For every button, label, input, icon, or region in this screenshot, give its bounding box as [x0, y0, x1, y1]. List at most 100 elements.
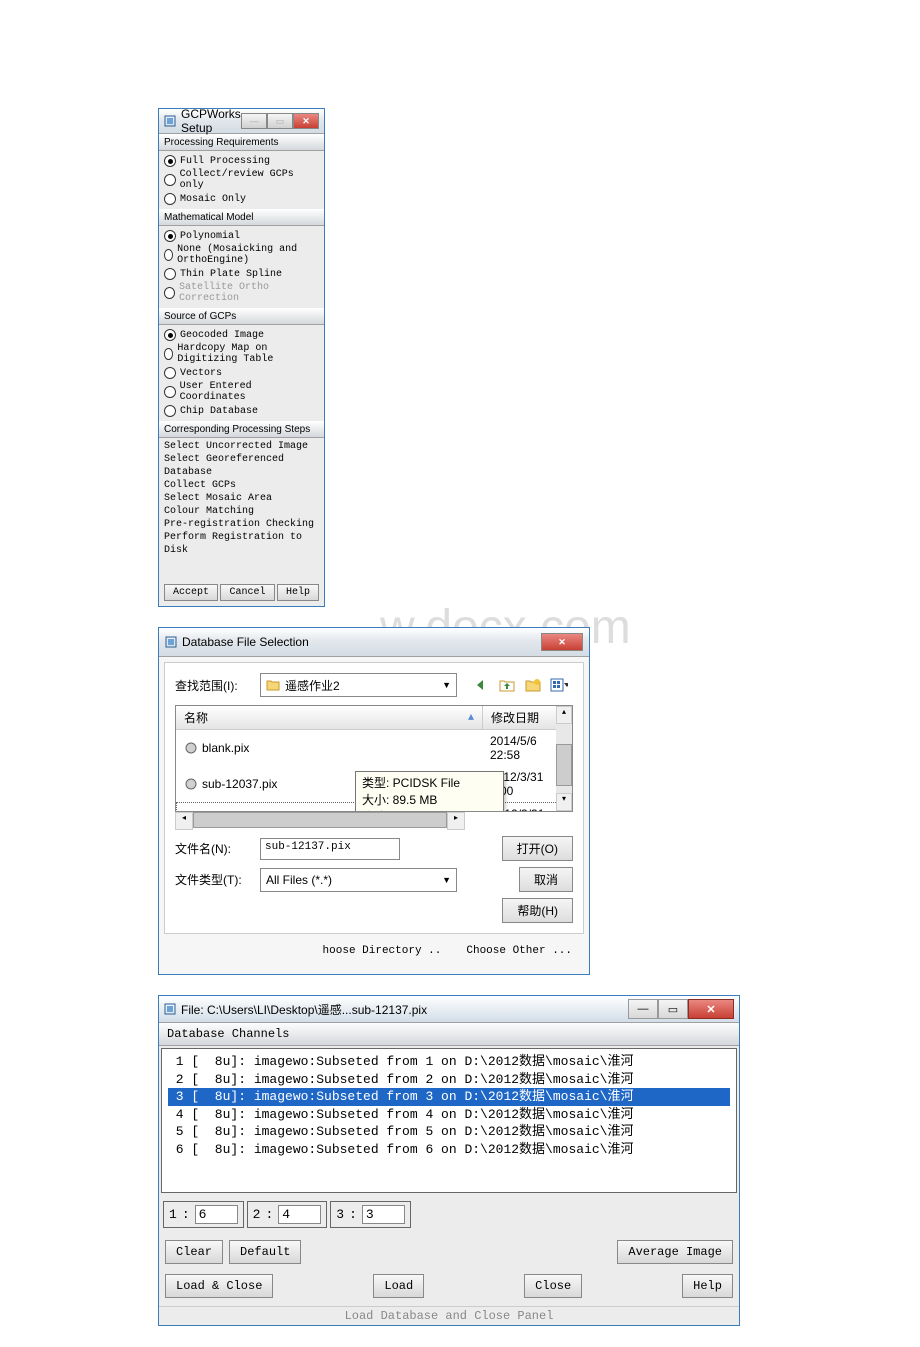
clear-button[interactable]: Clear	[165, 1240, 223, 1264]
scroll-thumb[interactable]	[556, 744, 572, 786]
math-model-header: Mathematical Model	[159, 209, 324, 226]
back-icon[interactable]	[472, 676, 490, 694]
radio-label: Collect/review GCPs only	[180, 169, 319, 191]
filename-input[interactable]: sub-12137.pix	[260, 838, 400, 860]
rgb-green-input[interactable]: 4	[278, 1205, 321, 1224]
minimize-button[interactable]: —	[241, 113, 267, 129]
step-item: Pre-registration Checking	[164, 518, 319, 531]
titlebar[interactable]: GCPWorks Setup — ▭ ✕	[159, 109, 324, 134]
channel-row[interactable]: 5 [ 8u]: imagewo:Subseted from 5 on D:\2…	[168, 1123, 730, 1141]
radio-icon	[164, 268, 176, 280]
new-folder-icon[interactable]	[524, 676, 542, 694]
scroll-left-icon[interactable]: ◂	[175, 812, 193, 830]
radio-none-mosaicking[interactable]: None (Mosaicking and OrthoEngine)	[164, 243, 319, 267]
titlebar[interactable]: File: C:\Users\LI\Desktop\遥感...sub-12137…	[159, 996, 739, 1023]
choose-other-button[interactable]: Choose Other ...	[466, 945, 572, 957]
average-image-button[interactable]: Average Image	[617, 1240, 733, 1264]
cancel-button[interactable]: 取消	[519, 867, 573, 892]
radio-collect-review[interactable]: Collect/review GCPs only	[164, 168, 319, 192]
column-name[interactable]: 名称▴	[176, 706, 483, 729]
radio-label: Chip Database	[180, 406, 258, 417]
filetype-combo[interactable]: All Files (*.*) ▼	[260, 868, 457, 892]
rgb-blue-input[interactable]: 3	[362, 1205, 405, 1224]
radio-satellite-ortho: Satellite Ortho Correction	[164, 281, 319, 305]
channel-list[interactable]: 1 [ 8u]: imagewo:Subseted from 1 on D:\2…	[161, 1048, 737, 1193]
step-item: Perform Registration to Disk	[164, 531, 319, 557]
up-folder-icon[interactable]	[498, 676, 516, 694]
open-button[interactable]: 打开(O)	[502, 836, 573, 861]
radio-label: User Entered Coordinates	[180, 381, 319, 403]
default-button[interactable]: Default	[229, 1240, 301, 1264]
minimize-button[interactable]: —	[628, 999, 658, 1019]
close-button[interactable]: Close	[524, 1274, 582, 1298]
radio-thin-plate[interactable]: Thin Plate Spline	[164, 267, 319, 281]
vertical-scrollbar[interactable]: ▴ ▾	[556, 706, 572, 811]
file-tooltip: 类型: PCIDSK File 大小: 89.5 MB 修改日期: 2012/3…	[355, 771, 504, 812]
file-row[interactable]: blank.pix 2014/5/6 22:58	[176, 730, 572, 766]
help-button[interactable]: Help	[277, 584, 319, 601]
channel-row[interactable]: 4 [ 8u]: imagewo:Subseted from 4 on D:\2…	[168, 1106, 730, 1124]
file-list[interactable]: 名称▴ 修改日期 blank.pix 2014/5/6 22:58 sub-12…	[175, 705, 573, 812]
app-icon	[164, 1003, 176, 1015]
scroll-down-icon[interactable]: ▾	[556, 793, 572, 811]
channel-row-selected[interactable]: 3 [ 8u]: imagewo:Subseted from 3 on D:\2…	[168, 1088, 730, 1106]
file-icon	[184, 741, 198, 755]
filename-label: 文件名(N):	[175, 840, 260, 857]
lookin-label: 查找范围(I):	[175, 677, 260, 694]
titlebar[interactable]: Database File Selection ✕	[159, 628, 589, 657]
radio-polynomial[interactable]: Polynomial	[164, 229, 319, 243]
step-item: Select Georeferenced Database	[164, 453, 319, 479]
radio-icon	[164, 367, 176, 379]
horizontal-scrollbar[interactable]: ◂ ▸	[175, 812, 465, 828]
help-button[interactable]: 帮助(H)	[502, 898, 573, 923]
file-channels-dialog: File: C:\Users\LI\Desktop\遥感...sub-12137…	[158, 995, 740, 1326]
step-item: Select Mosaic Area	[164, 492, 319, 505]
scroll-thumb[interactable]	[193, 812, 447, 828]
filetype-label: 文件类型(T):	[175, 871, 260, 888]
radio-mosaic-only[interactable]: Mosaic Only	[164, 192, 319, 206]
close-button[interactable]: ✕	[541, 633, 583, 651]
view-menu-icon[interactable]	[550, 676, 568, 694]
rgb-red-input[interactable]: 6	[195, 1205, 238, 1224]
radio-label: None (Mosaicking and OrthoEngine)	[177, 244, 319, 266]
radio-label: Geocoded Image	[180, 330, 264, 341]
database-channels-header: Database Channels	[159, 1023, 739, 1046]
load-close-button[interactable]: Load & Close	[165, 1274, 273, 1298]
radio-hardcopy-map[interactable]: Hardcopy Map on Digitizing Table	[164, 342, 319, 366]
radio-icon	[164, 174, 176, 186]
rgb-blue-box: 3 : 3	[330, 1201, 411, 1228]
maximize-button[interactable]: ▭	[267, 113, 293, 129]
file-icon	[184, 777, 198, 791]
folder-icon	[266, 679, 280, 691]
maximize-button[interactable]: ▭	[658, 999, 688, 1019]
accept-button[interactable]: Accept	[164, 584, 218, 601]
radio-geocoded-image[interactable]: Geocoded Image	[164, 328, 319, 342]
radio-icon	[164, 155, 176, 167]
load-button[interactable]: Load	[373, 1274, 424, 1298]
channel-row[interactable]: 1 [ 8u]: imagewo:Subseted from 1 on D:\2…	[168, 1053, 730, 1071]
scroll-right-icon[interactable]: ▸	[447, 812, 465, 830]
steps-list: Select Uncorrected Image Select Georefer…	[159, 438, 324, 559]
tooltip-size: 大小: 89.5 MB	[362, 792, 497, 809]
radio-user-coords[interactable]: User Entered Coordinates	[164, 380, 319, 404]
cancel-button[interactable]: Cancel	[220, 584, 274, 601]
channel-row[interactable]: 2 [ 8u]: imagewo:Subseted from 2 on D:\2…	[168, 1071, 730, 1089]
radio-icon	[164, 348, 173, 360]
radio-vectors[interactable]: Vectors	[164, 366, 319, 380]
dropdown-arrow-icon: ▼	[442, 875, 451, 885]
close-button[interactable]: ✕	[293, 113, 319, 129]
lookin-combo[interactable]: 遥感作业2 ▼	[260, 673, 457, 697]
scroll-up-icon[interactable]: ▴	[556, 706, 572, 724]
radio-chip-database[interactable]: Chip Database	[164, 404, 319, 418]
radio-full-processing[interactable]: Full Processing	[164, 154, 319, 168]
radio-icon	[164, 287, 175, 299]
radio-icon	[164, 193, 176, 205]
window-title: File: C:\Users\LI\Desktop\遥感...sub-12137…	[181, 1001, 628, 1018]
close-button[interactable]: ✕	[688, 999, 734, 1019]
radio-label: Full Processing	[180, 156, 270, 167]
channel-row[interactable]: 6 [ 8u]: imagewo:Subseted from 6 on D:\2…	[168, 1141, 730, 1159]
radio-icon	[164, 249, 173, 261]
help-button[interactable]: Help	[682, 1274, 733, 1298]
choose-directory-button[interactable]: hoose Directory ..	[323, 945, 442, 957]
file-name: sub-12037.pix	[202, 777, 277, 791]
